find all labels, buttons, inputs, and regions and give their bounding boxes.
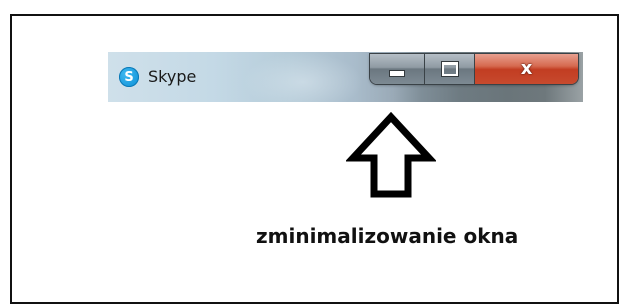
annotation-caption: zminimalizowanie okna <box>256 224 519 248</box>
skype-icon-letter: S <box>124 69 134 85</box>
skype-icon: S <box>119 67 139 87</box>
minimize-icon <box>389 69 405 77</box>
window-controls: x <box>370 54 578 84</box>
minimize-button[interactable] <box>370 54 425 84</box>
window-titlebar[interactable]: S Skype x <box>108 52 583 102</box>
close-button[interactable]: x <box>475 54 578 84</box>
window-title: Skype <box>148 67 197 86</box>
up-arrow-icon <box>346 112 436 198</box>
maximize-icon <box>441 62 458 76</box>
maximize-button[interactable] <box>425 54 475 84</box>
close-icon: x <box>520 58 533 79</box>
